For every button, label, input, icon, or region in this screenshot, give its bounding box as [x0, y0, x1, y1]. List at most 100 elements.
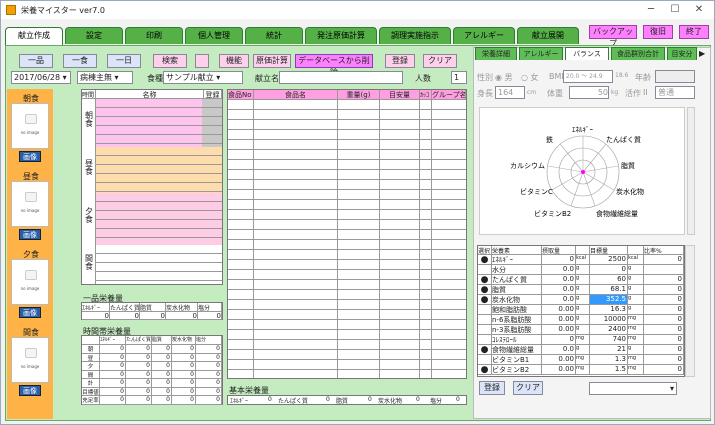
nutrient-sel-cell[interactable]: ●	[478, 345, 492, 355]
tab-balance[interactable]: バランス	[565, 47, 609, 60]
tab-settings[interactable]: 設定	[65, 27, 123, 44]
persons-select[interactable]: 1	[451, 71, 467, 84]
breakfast-rows[interactable]	[82, 99, 222, 147]
activity-select[interactable]: 普通	[655, 86, 695, 99]
nutrient-sel-cell[interactable]: ●	[478, 255, 492, 265]
time-nutr-value: 0	[172, 353, 196, 362]
radar-scrollbar[interactable]	[687, 107, 695, 235]
nutrient-sel-cell[interactable]	[478, 355, 492, 365]
nutrient-target-cell[interactable]: 740	[590, 335, 628, 345]
meal-type-select[interactable]: サンプル献立 ▾	[163, 71, 243, 84]
maximize-icon[interactable]: ☐	[665, 3, 685, 17]
tab-menu-expand[interactable]: 献立展開	[517, 27, 579, 44]
tab-personal[interactable]: 個人管理	[185, 27, 243, 44]
nutrient-target-cell[interactable]: 352.5	[590, 295, 628, 305]
lunch-image-button[interactable]: 画像	[19, 229, 41, 240]
menu-table[interactable]: 時間 名称 登録 朝食 昼食 夕食 間食	[81, 89, 223, 285]
nutrient-target-cell[interactable]: 60	[590, 275, 628, 285]
register-button[interactable]: 登録	[385, 54, 415, 68]
one-day-button[interactable]: 一日	[107, 54, 141, 68]
time-nutr-value: 0	[152, 370, 172, 379]
right-register-button[interactable]: 登録	[479, 381, 505, 395]
nutrient-iu-cell: g	[576, 285, 590, 295]
backup-button[interactable]: バックアップ	[589, 25, 637, 48]
function-button[interactable]: 機能	[219, 54, 249, 68]
nutrient-target-cell[interactable]: 10000	[590, 315, 628, 325]
nutrient-target-cell[interactable]: 68.1	[590, 285, 628, 295]
height-input[interactable]: 164	[495, 86, 525, 99]
right-clear-button[interactable]: クリア	[513, 381, 543, 395]
tab-right-allergy[interactable]: アレルギー	[519, 47, 563, 60]
one-meal-button[interactable]: 一食	[63, 54, 97, 68]
nutrient-ratio-cell: 0	[644, 345, 684, 355]
breakfast-image-button[interactable]: 画像	[19, 151, 41, 162]
age-input[interactable]	[655, 70, 695, 83]
date-picker[interactable]: 2017/06/28 ▾	[11, 71, 71, 84]
tab-nutrition-detail[interactable]: 栄養詳細	[475, 47, 517, 60]
nutrient-target-cell[interactable]: 1.5	[590, 365, 628, 375]
nutrient-sel-cell[interactable]: ●	[478, 275, 492, 285]
one-item-header: 塩分	[198, 303, 222, 312]
minimize-icon[interactable]: ─	[641, 3, 661, 17]
time-nutr-value: 0	[100, 396, 126, 405]
blank-button[interactable]	[195, 54, 209, 68]
tab-allergy[interactable]: アレルギー	[453, 27, 515, 44]
tab-cooking[interactable]: 調理実施指示	[379, 27, 451, 44]
tab-scroll-right-icon[interactable]: ▶	[699, 49, 705, 58]
nutrient-iu-cell: g	[576, 345, 590, 355]
activity-num: II	[643, 88, 648, 97]
dinner-image-button[interactable]: 画像	[19, 307, 41, 318]
search-button[interactable]: 検索	[153, 54, 187, 68]
tab-menu-create[interactable]: 献立作成	[5, 27, 63, 45]
nutrient-sel-cell[interactable]	[478, 335, 492, 345]
weight-unit: kg	[611, 89, 619, 96]
tab-order-cost[interactable]: 発注原価計算	[305, 27, 377, 44]
sex-label: 性別	[477, 73, 493, 82]
weight-input[interactable]: 50	[569, 86, 609, 99]
nutrient-target-cell[interactable]: 0	[590, 265, 628, 275]
delete-from-db-button[interactable]: データベースから削除	[295, 54, 373, 77]
one-item-button[interactable]: 一品	[19, 54, 53, 68]
nutrient-target-cell[interactable]: 2400	[590, 325, 628, 335]
lunch-rows[interactable]	[82, 147, 222, 193]
facility-select[interactable]: 病棟主無 ▾	[77, 71, 133, 84]
cost-calc-button[interactable]: 原価計算	[253, 54, 291, 68]
dinner-rows[interactable]	[82, 193, 222, 245]
nutrient-sel-cell[interactable]: ●	[478, 285, 492, 295]
nutrient-sel-cell[interactable]	[478, 315, 492, 325]
breakfast-image: no image	[11, 103, 49, 149]
nutrient-target-cell[interactable]: 1.3	[590, 355, 628, 365]
tab-stats[interactable]: 統計	[245, 27, 303, 44]
nutrient-scrollbar[interactable]	[685, 245, 695, 377]
exit-button[interactable]: 終了	[679, 25, 709, 39]
nutrient-sel-cell[interactable]	[478, 325, 492, 335]
food-table[interactable]: 食品No 食品名 重量(g) 目安量 ｶｯｺ グループ名	[227, 89, 467, 379]
one-item-value: 0	[110, 312, 140, 320]
snack-image-button[interactable]: 画像	[19, 385, 41, 396]
snack-rows[interactable]	[82, 245, 222, 284]
nutrient-sel-cell[interactable]: ●	[478, 295, 492, 305]
nutrient-target-cell[interactable]: 2500	[590, 255, 628, 265]
menu-name-input[interactable]	[279, 71, 403, 84]
right-select[interactable]: ▾	[589, 382, 677, 395]
nutrient-sel-cell[interactable]	[478, 265, 492, 275]
nutrient-target-cell[interactable]: 21	[590, 345, 628, 355]
tab-food-group-total[interactable]: 食品群別合計	[611, 47, 665, 60]
tab-guide[interactable]: 目安分	[667, 47, 697, 60]
nutrient-ratio-cell: 0	[644, 325, 684, 335]
restore-button[interactable]: 復旧	[643, 25, 673, 39]
close-icon[interactable]: ✕	[689, 3, 709, 17]
nutrient-sel-cell[interactable]	[478, 305, 492, 315]
nutrient-table-header: 比率%	[644, 246, 684, 255]
nutrient-table[interactable]: 選択 栄養素 摂取量 目標量 比率% ● ｴﾈﾙｷﾞｰ 0 kcal 2500 kcal 0 水分 0.0…	[477, 245, 685, 377]
tab-print[interactable]: 印刷	[125, 27, 183, 44]
one-item-header: 脂質	[140, 303, 166, 312]
title-bar: 栄養マイスター ver7.0 ─ ☐ ✕	[1, 1, 714, 19]
clear-button[interactable]: クリア	[423, 54, 457, 68]
nutrient-intake-cell: 0.0	[542, 275, 576, 285]
nutrient-sel-cell[interactable]: ●	[478, 365, 492, 375]
sex-female-radio[interactable]: ○ 女	[521, 72, 539, 83]
one-item-header: ｴﾈﾙｷﾞｰ	[82, 303, 110, 312]
sex-male-radio[interactable]: ◉ 男	[495, 72, 513, 83]
nutrient-target-cell[interactable]: 16.3	[590, 305, 628, 315]
